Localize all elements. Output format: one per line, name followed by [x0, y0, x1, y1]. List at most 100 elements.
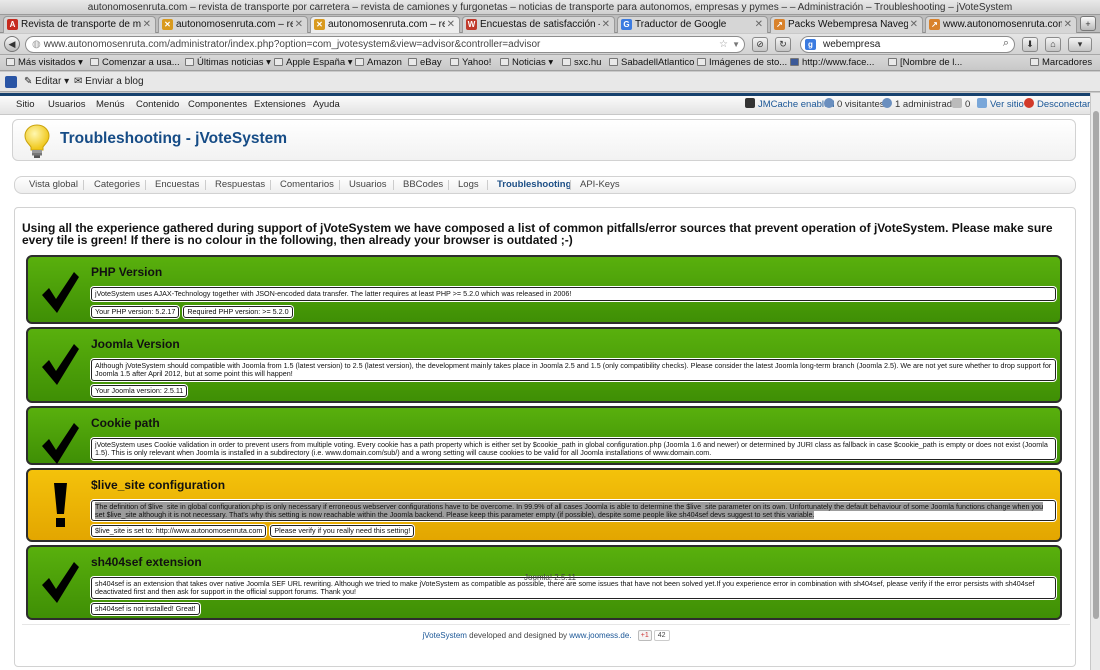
new-tab-button[interactable]: + — [1080, 16, 1096, 31]
tile-cookie-path: Cookie path jVoteSystem uses Cookie vali… — [26, 406, 1062, 465]
menu-sitio[interactable]: Sitio — [16, 96, 34, 114]
tile-description: The definition of $live_site in global c… — [91, 500, 1056, 521]
browser-tab-active[interactable]: ✕ autonomosenruta.com – revi... ✕ — [310, 16, 460, 33]
author-link[interactable]: www.joomess.de. — [569, 631, 631, 640]
close-icon[interactable]: ✕ — [1064, 17, 1072, 32]
tab-comentarios[interactable]: Comentarios — [280, 177, 334, 193]
tile-results: Your Joomla version: 2.5.11 — [91, 384, 191, 398]
tile-live-site-configuration: $live_site configuration The definition … — [26, 468, 1062, 542]
bookmark-item[interactable]: Noticias ▾ — [500, 55, 553, 70]
scrollbar-thumb[interactable] — [1093, 111, 1099, 619]
bookmarks-menu[interactable]: Marcadores — [1030, 55, 1092, 70]
tile-description: Although jVoteSystem should compatible w… — [91, 359, 1056, 381]
bookmark-item[interactable]: Últimas noticias ▾ — [185, 55, 271, 70]
bookmark-item[interactable]: Comenzar a usa... — [90, 55, 180, 70]
stop-icon[interactable]: ⊘ — [752, 37, 768, 52]
folder-icon — [185, 58, 194, 66]
url-field[interactable]: ◍ www.autonomosenruta.com/administrator/i… — [25, 36, 745, 53]
close-icon[interactable]: ✕ — [143, 17, 151, 32]
result-pill: Your PHP version: 5.2.17 — [91, 306, 180, 319]
joomla-version-footer: Joomla! 2.5.11 — [524, 573, 576, 582]
search-icon[interactable]: ⌕ — [1003, 36, 1009, 51]
menu-ayuda[interactable]: Ayuda — [313, 96, 340, 114]
cache-status[interactable]: JMCache enabled — [745, 96, 835, 114]
tab-respuestas[interactable]: Respuestas — [215, 177, 265, 193]
search-input[interactable]: g webempresa ⌕ — [800, 36, 1015, 53]
chevron-down-icon[interactable]: ▼ — [732, 37, 740, 52]
bookmark-icon — [609, 58, 618, 66]
bookmark-icon — [355, 58, 364, 66]
vertical-scrollbar[interactable] — [1090, 93, 1100, 670]
tab-troubleshooting[interactable]: Troubleshooting — [497, 177, 571, 193]
tab-logs[interactable]: Logs — [458, 177, 479, 193]
tab-bbcodes[interactable]: BBCodes — [403, 177, 443, 193]
checkmark-icon — [42, 423, 79, 464]
menu-extensiones[interactable]: Extensiones — [254, 96, 306, 114]
user-icon — [882, 98, 892, 108]
bookmark-icon — [888, 58, 897, 66]
subnav-tabs: Vista global Categories Encuestas Respue… — [14, 176, 1076, 194]
browser-tab[interactable]: G Traductor de Google ✕ — [617, 16, 768, 33]
tab-categories[interactable]: Categories — [94, 177, 140, 193]
menu-componentes[interactable]: Componentes — [188, 96, 247, 114]
bookmark-item[interactable]: [Nombre de l... — [888, 55, 962, 70]
bookmark-item[interactable]: Yahoo! — [450, 55, 491, 70]
send-to-blog-button[interactable]: ✉ Enviar a blog — [74, 72, 144, 92]
home-icon[interactable]: ⌂ — [1045, 37, 1061, 52]
tab-favicon: ↗ — [929, 19, 940, 30]
tab-encuestas[interactable]: Encuestas — [155, 177, 199, 193]
menu-menus[interactable]: Menús — [96, 96, 125, 114]
back-icon[interactable]: ◀ — [4, 36, 20, 52]
mail-icon — [952, 98, 962, 108]
tab-api-keys[interactable]: API-Keys — [580, 177, 620, 193]
bookmark-icon — [408, 58, 417, 66]
bookmark-item[interactable]: eBay — [408, 55, 442, 70]
tile-title: sh404sef extension — [91, 555, 202, 569]
close-icon[interactable]: ✕ — [447, 17, 455, 32]
extension-toolbar: ✎ Editar ▾ ✉ Enviar a blog — [0, 72, 1100, 92]
bookmark-item[interactable]: sxc.hu — [562, 55, 601, 70]
url-text: www.autonomosenruta.com/administrator/in… — [43, 39, 541, 50]
browser-tab[interactable]: ↗ Packs Webempresa Navegad... ✕ — [770, 16, 923, 33]
bookmark-star-icon[interactable]: ☆ — [719, 37, 728, 52]
menu-contenido[interactable]: Contenido — [136, 96, 179, 114]
intro-text: Using all the experience gathered during… — [22, 221, 1053, 247]
bookmark-item[interactable]: Apple España ▾ — [274, 55, 353, 70]
close-icon[interactable]: ✕ — [755, 17, 763, 32]
footer: jVoteSystem developed and designed by ww… — [22, 624, 1070, 646]
logout-link[interactable]: Desconectar — [1024, 96, 1090, 114]
bookmarks-bar: Más visitados ▾ Comenzar a usa... Última… — [0, 55, 1100, 71]
product-link[interactable]: jVoteSystem — [422, 631, 466, 640]
bookmark-item[interactable]: Más visitados ▾ — [6, 55, 83, 70]
page-title: Troubleshooting - jVoteSystem — [60, 130, 288, 147]
browser-tab[interactable]: A Revista de transporte de mer... ✕ — [3, 16, 156, 33]
tile-title: Joomla Version — [91, 337, 180, 351]
close-icon[interactable]: ✕ — [910, 17, 918, 32]
result-pill: Required PHP version: >= 5.2.0 — [183, 306, 293, 319]
bookmark-item[interactable]: Amazon — [355, 55, 402, 70]
tile-title: PHP Version — [91, 265, 163, 279]
tab-separator — [205, 180, 206, 190]
bookmark-item[interactable]: SabadellAtlantico — [609, 55, 694, 70]
download-icon[interactable]: ⬇ — [1022, 37, 1038, 52]
browser-tab[interactable]: W Encuestas de satisfacción – S... ✕ — [462, 16, 615, 33]
tab-usuarios[interactable]: Usuarios — [349, 177, 387, 193]
tab-vista-global[interactable]: Vista global — [29, 177, 78, 193]
edit-button[interactable]: ✎ Editar ▾ — [24, 72, 69, 92]
view-site-link[interactable]: Ver sitio — [977, 96, 1024, 114]
close-icon[interactable]: ✕ — [602, 17, 610, 32]
folder-icon — [274, 58, 283, 66]
menu-usuarios[interactable]: Usuarios — [48, 96, 86, 114]
browser-tab[interactable]: ↗ www.autonomosenruta.com ✕ — [925, 16, 1077, 33]
google-plus-button[interactable]: +1 — [637, 630, 652, 641]
tile-description: jVoteSystem uses AJAX-Technology togethe… — [91, 287, 1056, 302]
browser-tab[interactable]: ✕ autonomosenruta.com – revi... ✕ — [158, 16, 308, 33]
reload-icon[interactable]: ↻ — [775, 37, 791, 52]
messages-status[interactable]: 0 — [952, 96, 970, 114]
tab-separator — [145, 180, 146, 190]
bookmark-item[interactable]: Imágenes de sto... — [697, 55, 787, 70]
power-icon — [1024, 98, 1034, 108]
menu-icon[interactable]: ▾ — [1068, 37, 1092, 52]
close-icon[interactable]: ✕ — [295, 17, 303, 32]
bookmark-item[interactable]: http://www.face... — [790, 55, 874, 70]
